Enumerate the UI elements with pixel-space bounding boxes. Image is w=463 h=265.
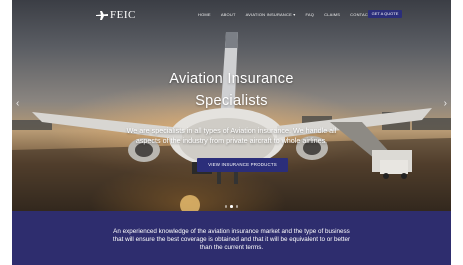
hero-subtitle-line1: We are specialists in all types of Aviat… [126, 126, 337, 135]
nav-item-aviation-insurance[interactable]: AVIATION INSURANCE ▾ [246, 12, 296, 17]
intro-text-line1: An experienced knowledge of the aviation… [113, 228, 350, 235]
nav-item-home[interactable]: HOME [198, 12, 211, 17]
plane-logo-icon [96, 10, 108, 20]
nav-item-about[interactable]: ABOUT [221, 12, 236, 17]
logo-text: FEIC [110, 9, 136, 21]
carousel-dot[interactable] [230, 205, 233, 208]
hero-banner: FEIC HOME ABOUT AVIATION INSURANCE ▾ FAQ… [12, 0, 451, 211]
carousel-dot[interactable] [224, 205, 228, 208]
site-logo[interactable]: FEIC [96, 9, 136, 21]
top-nav: FEIC HOME ABOUT AVIATION INSURANCE ▾ FAQ… [12, 0, 451, 32]
carousel-dot[interactable] [235, 205, 239, 208]
main-menu: HOME ABOUT AVIATION INSURANCE ▾ FAQ CLAI… [198, 12, 371, 17]
intro-text-line3: than the current terms. [199, 244, 264, 251]
hero-title-line1: Aviation Insurance [169, 71, 294, 87]
intro-band: An experienced knowledge of the aviation… [12, 211, 451, 265]
hero-title-line2: Specialists [195, 93, 268, 109]
intro-text-line2: that will ensure the best coverage is ob… [112, 236, 351, 243]
get-a-quote-button[interactable]: GET A QUOTE [368, 10, 402, 18]
carousel-indicators [12, 205, 451, 208]
view-insurance-products-button[interactable]: VIEW INSURANCE PRODUCTS [197, 158, 288, 172]
nav-item-claims[interactable]: CLAIMS [324, 12, 340, 17]
hero-subtitle-line2: aspects of the industry from private air… [135, 136, 328, 145]
nav-item-faq[interactable]: FAQ [305, 12, 314, 17]
page-frame: FEIC HOME ABOUT AVIATION INSURANCE ▾ FAQ… [12, 0, 451, 265]
